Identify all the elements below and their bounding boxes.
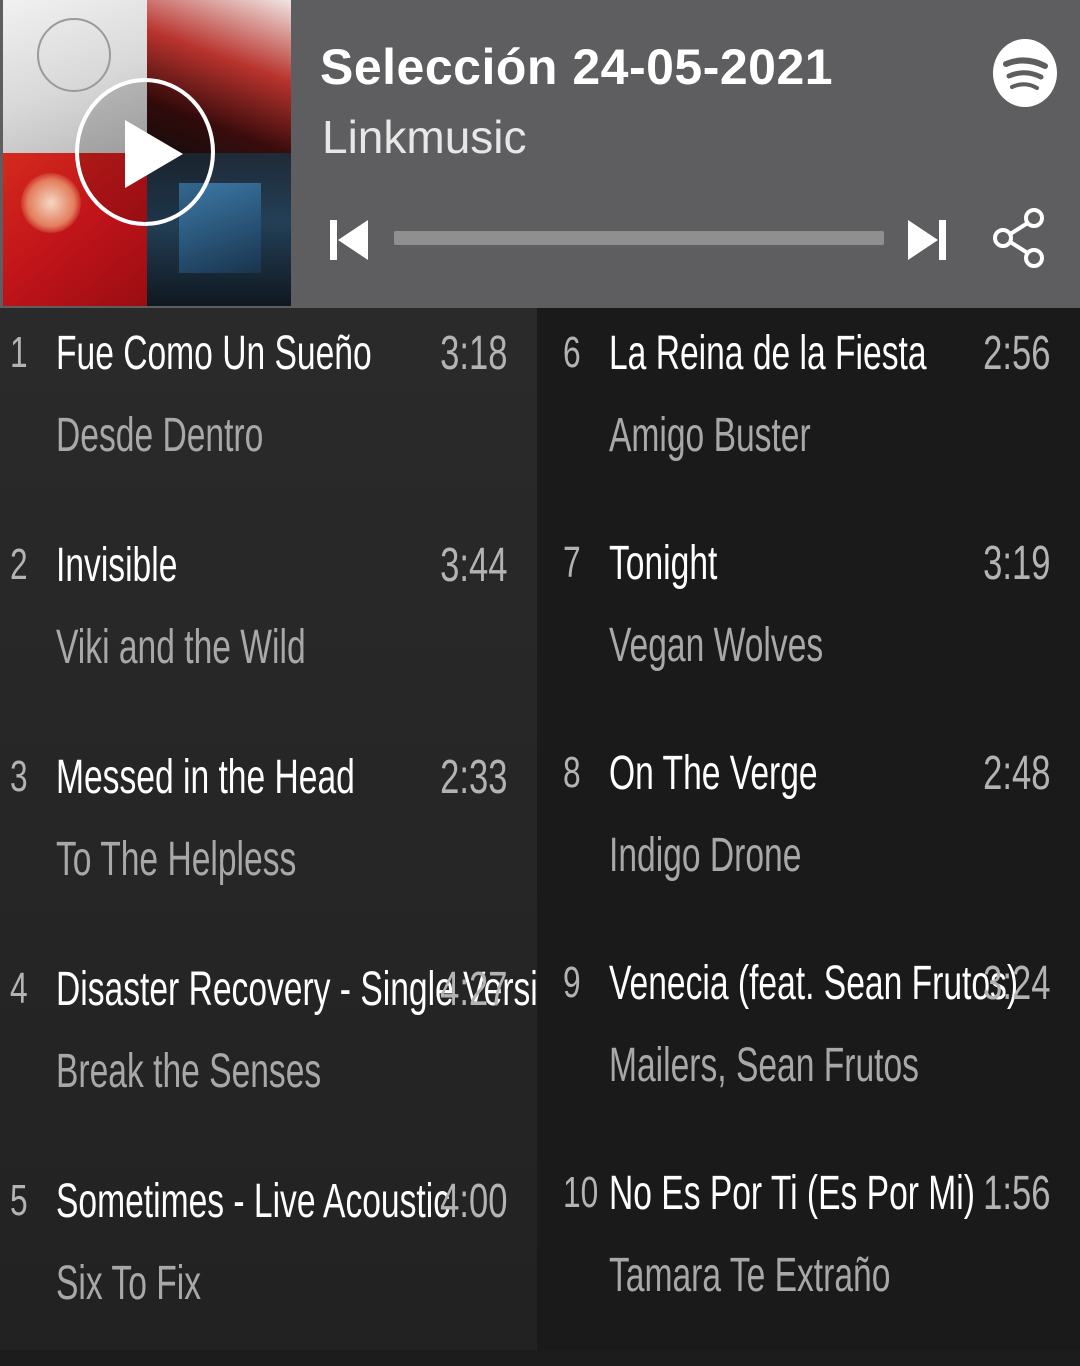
next-track-icon [908,220,946,260]
track-row[interactable]: 2 Invisible Viki and the Wild 3:44 [0,520,537,730]
track-title: Messed in the Head [56,751,355,804]
track-row[interactable]: 6 La Reina de la Fiesta Amigo Buster 2:5… [537,308,1080,518]
track-row[interactable]: 3 Messed in the Head To The Helpless 2:3… [0,732,537,942]
track-row[interactable]: 5 Sometimes - Live Acoustic Six To Fix 4… [0,1156,537,1366]
track-title: Venecia (feat. Sean Frutos) [609,957,1019,1010]
player-header: Selección 24-05-2021 Linkmusic [0,0,1080,308]
track-artist: To The Helpless [56,833,297,886]
track-title: Fue Como Un Sueño [56,327,372,380]
track-row[interactable]: 1 Fue Como Un Sueño Desde Dentro 3:18 [0,308,537,518]
track-artist: Amigo Buster [609,409,811,462]
tracklist-left-column: 1 Fue Como Un Sueño Desde Dentro 3:18 2 … [0,308,566,1350]
playlist-title: Selección 24-05-2021 [320,39,834,95]
spotify-logo-icon [993,39,1057,107]
track-artist: Six To Fix [56,1257,202,1310]
track-row[interactable]: 7 Tonight Vegan Wolves 3:19 [537,518,1080,728]
share-icon [993,208,1044,268]
share-button[interactable] [990,207,1048,274]
play-icon [125,120,183,188]
track-duration: 4:27 [439,963,507,1016]
track-row[interactable]: 9 Venecia (feat. Sean Frutos) Mailers, S… [537,938,1080,1148]
track-artist: Tamara Te Extraño [609,1249,891,1302]
track-number: 1 [10,328,28,377]
track-title: On The Verge [609,747,818,800]
track-title: Tonight [609,537,718,590]
track-duration: 2:33 [439,751,507,804]
play-button[interactable] [75,78,215,226]
previous-track-button[interactable] [330,218,370,267]
progress-bar[interactable] [394,231,884,245]
track-artist: Desde Dentro [56,409,264,462]
track-number: 10 [563,1168,599,1217]
track-artist: Indigo Drone [609,829,802,882]
track-artist: Vegan Wolves [609,619,824,672]
track-duration: 3:18 [439,327,507,380]
track-number: 5 [10,1176,28,1225]
track-title: La Reina de la Fiesta [609,327,927,380]
track-row[interactable]: 4 Disaster Recovery - Single Versi... Br… [0,944,566,1154]
previous-track-icon [330,220,368,260]
track-duration: 3:44 [439,539,507,592]
track-row[interactable]: 10 No Es Por Ti (Es Por Mi) Tamara Te Ex… [537,1148,1080,1358]
track-duration: 2:56 [982,327,1050,380]
track-duration: 2:48 [982,747,1050,800]
next-track-button[interactable] [906,218,946,267]
spotify-logo-button[interactable] [992,38,1058,108]
track-row[interactable]: 8 On The Verge Indigo Drone 2:48 [537,728,1080,938]
track-number: 4 [10,964,28,1013]
track-artist: Mailers, Sean Frutos [609,1039,919,1092]
track-artist: Viki and the Wild [56,621,306,674]
tracklist-right-column: 6 La Reina de la Fiesta Amigo Buster 2:5… [537,308,1080,1350]
track-title: Sometimes - Live Acoustic [56,1175,451,1228]
track-duration: 1:56 [982,1167,1050,1220]
track-number: 2 [10,540,28,589]
track-title: Invisible [56,539,178,592]
track-duration: 3:19 [982,537,1050,590]
playlist-owner: Linkmusic [322,111,527,163]
track-number: 9 [563,958,581,1007]
track-number: 6 [563,328,581,377]
track-duration: 4:00 [439,1175,507,1228]
track-number: 8 [563,748,581,797]
track-artist: Break the Senses [56,1045,322,1098]
track-title: No Es Por Ti (Es Por Mi) [609,1167,975,1220]
track-number: 3 [10,752,28,801]
track-duration: 3:24 [982,957,1050,1010]
track-number: 7 [563,538,581,587]
